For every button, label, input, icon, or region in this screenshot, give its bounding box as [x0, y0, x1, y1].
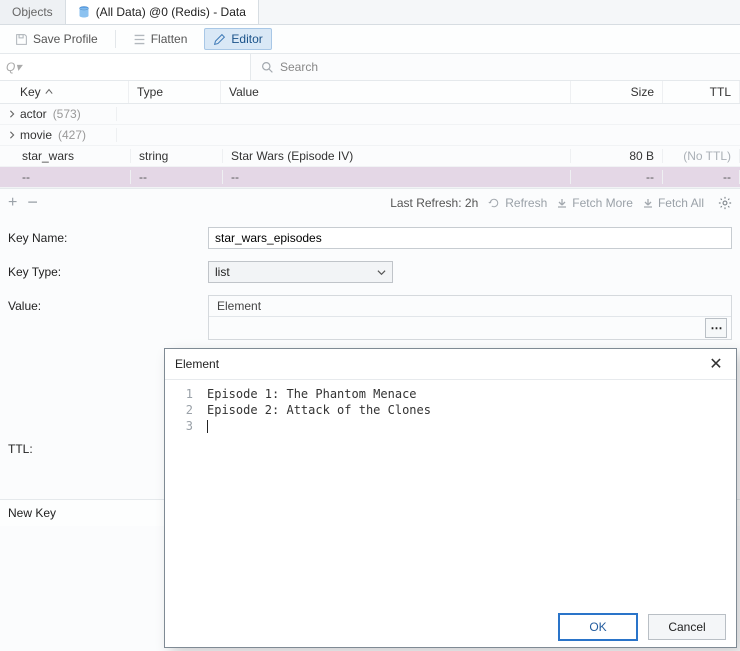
chevron-right-icon	[8, 110, 16, 118]
row-count: (427)	[58, 128, 86, 142]
cancel-button[interactable]: Cancel	[648, 614, 726, 640]
table-row[interactable]: movie (427)	[0, 125, 740, 146]
editor-label: Editor	[231, 32, 262, 46]
flatten-label: Flatten	[151, 32, 188, 46]
flatten-button[interactable]: Flatten	[124, 28, 197, 50]
search-icon	[261, 61, 274, 74]
row-key: star_wars	[22, 149, 74, 163]
dialog-title: Element	[175, 357, 219, 371]
flatten-icon	[133, 33, 146, 46]
fetch-all-button[interactable]: Fetch All	[643, 196, 704, 210]
row-type: --	[139, 170, 147, 184]
column-size[interactable]: Size	[571, 81, 663, 103]
value-label: Value:	[8, 295, 208, 313]
search-bar: Search	[0, 54, 740, 81]
dialog-title-bar: Element ✕	[165, 349, 736, 379]
value-column-header[interactable]: Element	[209, 296, 731, 317]
gutter: 1 2 3	[165, 380, 199, 607]
row-value: --	[231, 170, 239, 184]
ok-button[interactable]: OK	[558, 613, 638, 641]
tab-data-label: (All Data) @0 (Redis) - Data	[96, 5, 246, 19]
search-button-label: Search	[280, 60, 318, 74]
grid-body: actor (573) movie (427) star_wars string…	[0, 104, 740, 188]
tab-objects[interactable]: Objects	[0, 0, 66, 24]
dialog-footer: OK Cancel	[165, 607, 736, 647]
refresh-button[interactable]: Refresh	[488, 196, 547, 210]
table-row[interactable]: star_wars string Star Wars (Episode IV) …	[0, 146, 740, 167]
column-ttl[interactable]: TTL	[663, 81, 740, 103]
gear-icon[interactable]	[718, 196, 732, 210]
grid-footer: + − Last Refresh: 2h Refresh Fetch More …	[0, 188, 740, 217]
row-size: --	[646, 170, 654, 184]
database-icon	[78, 6, 90, 18]
code-editor[interactable]: 1 2 3 Episode 1: The Phantom Menace Epis…	[165, 379, 736, 607]
refresh-icon	[488, 197, 500, 209]
pencil-icon	[213, 33, 226, 46]
column-key[interactable]: Key	[0, 81, 129, 103]
value-panel: Element ⋯	[208, 295, 732, 340]
filter-input[interactable]	[0, 54, 251, 80]
download-icon	[557, 198, 567, 208]
grid-header: Key Type Value Size TTL	[0, 81, 740, 104]
code-area[interactable]: Episode 1: The Phantom Menace Episode 2:…	[199, 380, 736, 607]
element-editor-dialog: Element ✕ 1 2 3 Episode 1: The Phantom M…	[164, 348, 737, 648]
key-type-value: list	[215, 265, 230, 279]
main-window: Objects (All Data) @0 (Redis) - Data Sav…	[0, 0, 740, 651]
key-name-input[interactable]	[208, 227, 732, 249]
toolbar: Save Profile Flatten Editor	[0, 25, 740, 54]
row-ttl: (No TTL)	[683, 149, 731, 163]
save-icon	[15, 33, 28, 46]
sort-asc-icon	[45, 88, 53, 96]
row-value: Star Wars (Episode IV)	[231, 149, 353, 163]
remove-row-button[interactable]: −	[27, 197, 38, 209]
row-ttl: --	[723, 170, 731, 184]
fetch-more-button[interactable]: Fetch More	[557, 196, 633, 210]
tab-bar: Objects (All Data) @0 (Redis) - Data	[0, 0, 740, 25]
save-profile-button[interactable]: Save Profile	[6, 28, 107, 50]
column-type[interactable]: Type	[129, 81, 221, 103]
row-type: string	[139, 149, 168, 163]
key-type-select[interactable]: list	[208, 261, 393, 283]
column-value[interactable]: Value	[221, 81, 571, 103]
editor-button[interactable]: Editor	[204, 28, 271, 50]
text-cursor	[207, 420, 208, 433]
key-type-label: Key Type:	[8, 261, 208, 279]
table-row[interactable]: actor (573)	[0, 104, 740, 125]
row-key: actor	[20, 107, 47, 121]
close-icon[interactable]: ✕	[706, 354, 726, 374]
save-profile-label: Save Profile	[33, 32, 98, 46]
open-element-editor-button[interactable]: ⋯	[705, 318, 727, 338]
toolbar-divider	[115, 30, 116, 48]
new-key-button[interactable]: New Key	[8, 506, 56, 520]
download-all-icon	[643, 198, 653, 208]
search-button[interactable]: Search	[251, 60, 328, 74]
tab-data[interactable]: (All Data) @0 (Redis) - Data	[66, 0, 259, 24]
add-row-button[interactable]: +	[8, 197, 17, 209]
row-key: --	[22, 170, 30, 184]
row-size: 80 B	[629, 149, 654, 163]
row-count: (573)	[53, 107, 81, 121]
tab-objects-label: Objects	[12, 5, 53, 19]
chevron-right-icon	[8, 131, 16, 139]
chevron-down-icon	[377, 268, 386, 277]
last-refresh-label: Last Refresh: 2h	[390, 196, 478, 210]
table-row[interactable]: -- -- -- -- --	[0, 167, 740, 188]
row-key: movie	[20, 128, 52, 142]
key-name-label: Key Name:	[8, 227, 208, 245]
